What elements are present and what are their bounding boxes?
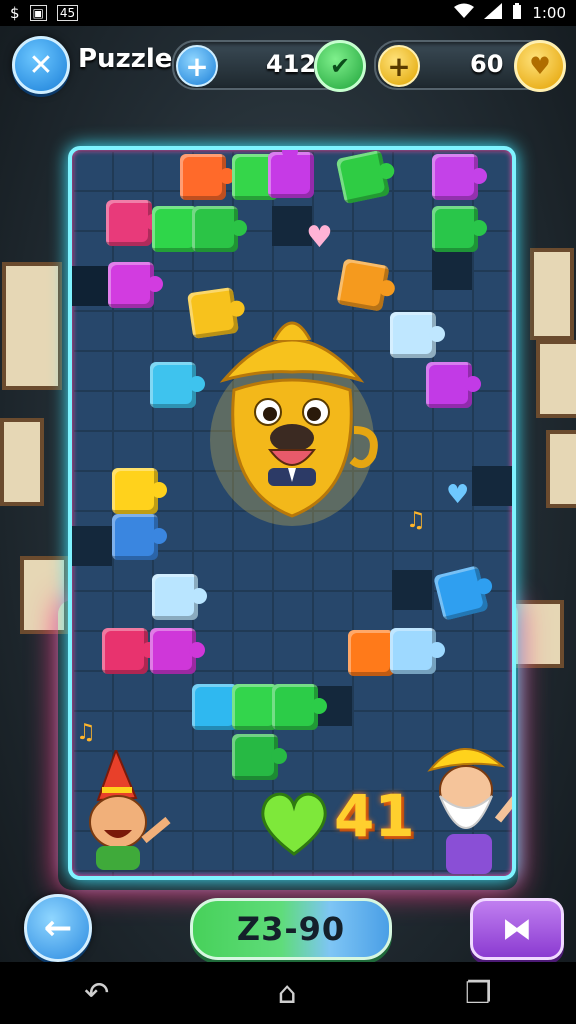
add-gems-button[interactable]: + — [176, 45, 218, 87]
system-nav-bar: ↶ ⌂ ❐ — [0, 962, 576, 1024]
battery-icon — [512, 3, 522, 23]
plus-icon: + — [185, 49, 209, 83]
puzzle-piece-blue[interactable] — [112, 514, 167, 560]
puzzle-piece-orange[interactable] — [180, 154, 235, 200]
puzzle-piece-blue[interactable] — [433, 565, 489, 621]
wall-picture — [512, 600, 564, 668]
puzzle-piece-skyblue[interactable] — [150, 362, 205, 408]
wifi-icon — [454, 3, 475, 23]
puzzle-board[interactable]: ♥ ♥ ♫ ♫ 41 — [68, 146, 516, 880]
wall-picture — [536, 340, 576, 418]
wall-picture — [0, 418, 44, 506]
nav-back-icon[interactable]: ↶ — [84, 976, 109, 1011]
check-badge-icon: ✔ — [314, 40, 366, 92]
wall-picture — [530, 248, 574, 340]
puzzle-piece-orange[interactable] — [348, 630, 403, 676]
page-title: Puzzle — [78, 44, 173, 74]
status-right: 1:00 — [454, 3, 566, 23]
puzzle-piece-pink[interactable] — [106, 200, 161, 246]
top-bar: ✕ Puzzle + 412 ✔ + 60 ♥ — [0, 30, 576, 94]
heart-badge-icon: ♥ — [514, 40, 566, 92]
level-code-label: Z3-90 — [236, 910, 346, 948]
bottom-bar: ← Z3-90 ⧓ — [0, 890, 576, 962]
empty-cell[interactable] — [432, 250, 472, 290]
puzzle-piece-orange[interactable] — [336, 258, 390, 312]
hearts-count: 60 — [470, 50, 504, 78]
puzzle-piece-pink[interactable] — [102, 628, 157, 674]
gnome-right-character — [427, 748, 512, 874]
close-icon: ✕ — [28, 47, 54, 83]
puzzle-piece-lightblue[interactable] — [390, 312, 445, 358]
empty-cell[interactable] — [392, 570, 432, 610]
wall-picture — [2, 262, 62, 390]
status-bar: $ ▣ 45 1:00 — [0, 0, 576, 26]
puzzle-piece-lightblue[interactable] — [390, 628, 445, 674]
blue-heart-icon: ♥ — [446, 480, 470, 510]
add-hearts-button[interactable]: + — [378, 45, 420, 87]
signal-icon — [484, 3, 503, 23]
empty-cell[interactable] — [72, 526, 112, 566]
empty-cell[interactable] — [72, 266, 112, 306]
heart-icon: ♥ — [529, 52, 551, 80]
arrow-left-icon: ← — [43, 908, 73, 948]
puzzle-piece-lightblue[interactable] — [152, 574, 207, 620]
wall-picture — [546, 430, 576, 508]
plus-icon: + — [387, 49, 411, 83]
status-icon-3: 45 — [56, 5, 79, 21]
puzzle-piece-magenta[interactable] — [150, 628, 205, 674]
puzzle-piece-green[interactable] — [272, 684, 327, 730]
status-icon-2: ▣ — [29, 5, 47, 21]
nav-recents-icon[interactable]: ❐ — [465, 976, 492, 1011]
puzzle-piece-magenta[interactable] — [268, 150, 314, 198]
puzzle-piece-magenta[interactable] — [108, 262, 163, 308]
check-icon: ✔ — [329, 52, 351, 80]
puzzle-piece-purple[interactable] — [432, 154, 487, 200]
nav-home-icon[interactable]: ⌂ — [278, 976, 297, 1011]
gnome-left-character — [89, 750, 171, 870]
close-button[interactable]: ✕ — [12, 36, 70, 94]
status-icon-1: $ — [10, 4, 20, 22]
puzzle-piece-yellow[interactable] — [112, 468, 167, 514]
currency-hearts: + 60 ♥ — [374, 40, 566, 92]
score-heart-icon — [261, 792, 327, 856]
empty-cell[interactable] — [472, 466, 512, 506]
status-left-icons: $ ▣ 45 — [10, 4, 79, 22]
clock: 1:00 — [532, 4, 566, 22]
bowtie-icon: ⧓ — [502, 911, 532, 947]
music-note-icon: ♫ — [406, 508, 426, 533]
wall-picture — [20, 556, 68, 634]
puzzle-piece-green[interactable] — [232, 734, 287, 780]
puzzle-piece-green[interactable] — [432, 206, 487, 252]
puzzle-piece-purple[interactable] — [426, 362, 481, 408]
back-button[interactable]: ← — [24, 894, 92, 962]
next-button[interactable]: ⧓ — [470, 898, 564, 960]
puzzle-piece-green[interactable] — [335, 150, 391, 205]
puzzle-piece-green[interactable] — [192, 206, 247, 252]
mascot-character[interactable] — [204, 310, 380, 530]
currency-gems: + 412 ✔ — [172, 40, 366, 92]
gems-count: 412 — [266, 50, 317, 78]
pink-heart-icon: ♥ — [306, 220, 333, 255]
level-code-button[interactable]: Z3-90 — [190, 898, 392, 960]
score-value: 41 — [334, 782, 415, 850]
music-note-icon: ♫ — [76, 720, 96, 745]
